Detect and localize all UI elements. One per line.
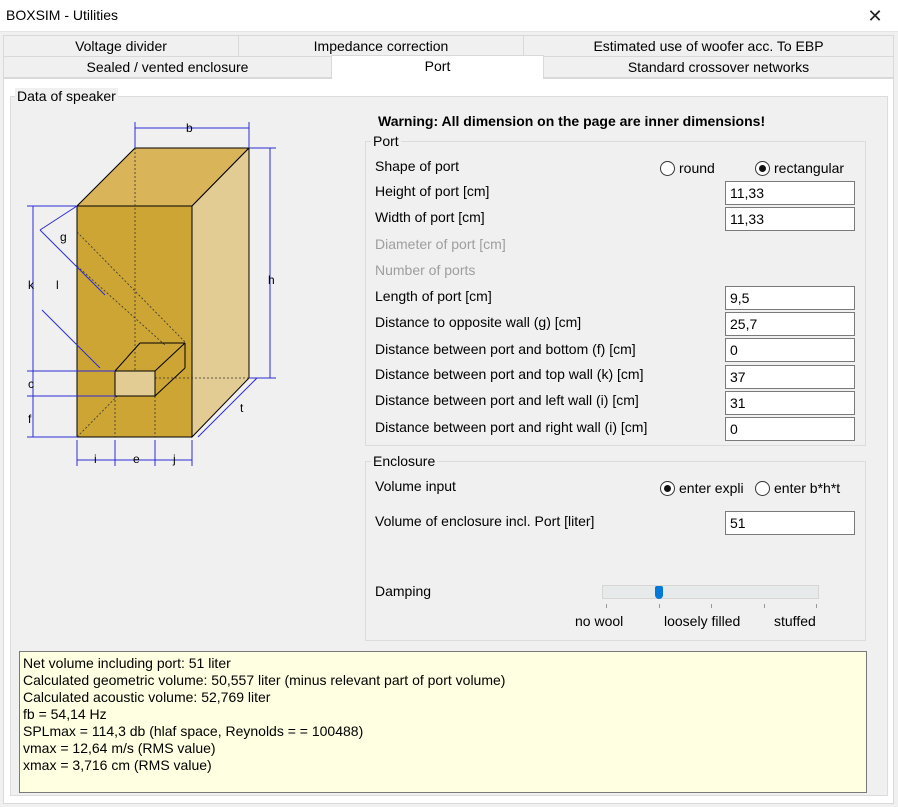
box-front-face	[76, 205, 193, 438]
slider-tick	[606, 604, 607, 608]
tab-port[interactable]: Port	[331, 55, 544, 79]
number-of-ports-label: Number of ports	[375, 262, 476, 278]
shape-of-port-label: Shape of port	[375, 158, 460, 174]
opposite-wall-input[interactable]: 25,7	[725, 312, 855, 336]
port-width-label: Width of port [cm]	[375, 209, 485, 225]
port-height-label: Height of port [cm]	[375, 183, 490, 199]
damping-slider-thumb[interactable]	[654, 586, 663, 599]
port-width-input[interactable]: 11,33	[725, 207, 855, 231]
shape-round-label: round	[679, 160, 715, 176]
slider-tick	[659, 604, 660, 608]
enclosure-volume-input[interactable]: 51	[725, 511, 855, 535]
bottom-distance-input[interactable]: 0	[725, 338, 855, 362]
top-distance-input[interactable]: 37	[725, 365, 855, 389]
damping-label: Damping	[375, 583, 432, 599]
dim-label-h: h	[268, 273, 275, 287]
dim-label-t: t	[240, 401, 244, 415]
left-distance-label: Distance between port and left wall (i) …	[375, 392, 639, 408]
result-line: fb = 54,14 Hz	[23, 706, 107, 722]
port-height-input[interactable]: 11,33	[725, 181, 855, 205]
result-line: Calculated geometric volume: 50,557 lite…	[23, 672, 506, 688]
dim-label-f: f	[28, 412, 32, 426]
result-line: SPLmax = 114,3 db (hlaf space, Reynolds …	[23, 723, 364, 739]
tab-voltage-divider[interactable]: Voltage divider	[3, 35, 239, 57]
left-distance-input[interactable]: 31	[725, 391, 855, 415]
slider-tick	[711, 604, 712, 608]
shape-round-radio[interactable]: round	[660, 160, 715, 176]
port-length-input[interactable]: 9,5	[725, 286, 855, 310]
damping-slider-track[interactable]	[602, 585, 819, 599]
damping-mark-loosely-filled: loosely filled	[664, 613, 741, 629]
top-distance-label: Distance between port and top wall (k) […	[375, 366, 644, 382]
speaker-data-group-title: Data of speaker	[15, 88, 118, 104]
volume-input-label: Volume input	[375, 478, 456, 494]
tab-impedance-correction[interactable]: Impedance correction	[238, 35, 524, 57]
shape-rectangular-radio[interactable]: rectangular	[755, 160, 844, 176]
radio-rectangular-icon	[755, 160, 770, 176]
bottom-distance-label: Distance between port and bottom (f) [cm…	[375, 341, 636, 357]
dim-label-c: c	[28, 377, 34, 391]
enclosure-volume-label: Volume of enclosure incl. Port [liter]	[375, 513, 595, 529]
enclosure-group-title: Enclosure	[371, 453, 438, 469]
tab-estimated-use-woofer[interactable]: Estimated use of woofer acc. To EBP	[523, 35, 894, 57]
close-icon[interactable]: ✕	[852, 0, 898, 32]
volume-bht-label: enter b*h*t	[774, 480, 841, 496]
right-distance-input[interactable]: 0	[725, 417, 855, 441]
damping-mark-no-wool: no wool	[575, 613, 624, 629]
opposite-wall-label: Distance to opposite wall (g) [cm]	[375, 314, 582, 330]
volume-explicit-label: enter expli	[679, 480, 744, 496]
port-length-label: Length of port [cm]	[375, 288, 492, 304]
dim-label-g: g	[60, 230, 67, 244]
damping-mark-stuffed: stuffed	[774, 613, 816, 629]
dim-label-e: e	[133, 452, 140, 466]
dim-label-i: i	[94, 452, 97, 466]
slider-tick	[816, 604, 817, 608]
slider-tick	[764, 604, 765, 608]
inner-dimensions-warning: Warning: All dimension on the page are i…	[378, 113, 766, 129]
shape-rectangular-label: rectangular	[774, 160, 845, 176]
volume-bht-radio[interactable]: enter b*h*t	[755, 480, 840, 496]
result-line: vmax = 12,64 m/s (RMS value)	[23, 740, 216, 756]
title-bar: BOXSIM - Utilities ✕	[0, 0, 898, 32]
port-diameter-label: Diameter of port [cm]	[375, 236, 506, 252]
result-line: xmax = 3,716 cm (RMS value)	[23, 757, 212, 773]
window-title: BOXSIM - Utilities	[6, 7, 119, 23]
results-panel[interactable]: Net volume including port: 51 liter Calc…	[19, 651, 867, 793]
dim-label-k: k	[28, 278, 35, 292]
tab-standard-crossover[interactable]: Standard crossover networks	[543, 56, 894, 78]
result-line: Net volume including port: 51 liter	[23, 655, 231, 671]
radio-round-icon	[660, 160, 675, 176]
right-distance-label: Distance between port and right wall (i)…	[375, 419, 648, 435]
port-group-title: Port	[371, 133, 401, 149]
result-line: Calculated acoustic volume: 52,769 liter	[23, 689, 271, 705]
dim-label-b: b	[186, 121, 193, 135]
dim-label-l: l	[56, 278, 59, 292]
radio-bht-icon	[755, 480, 770, 496]
radio-explicit-icon	[660, 480, 675, 496]
dim-label-j: j	[172, 452, 176, 466]
tab-sealed-vented[interactable]: Sealed / vented enclosure	[3, 56, 332, 78]
enclosure-diagram: b g k l h c f t i e j	[27, 121, 276, 466]
volume-explicit-radio[interactable]: enter expli	[660, 480, 744, 496]
